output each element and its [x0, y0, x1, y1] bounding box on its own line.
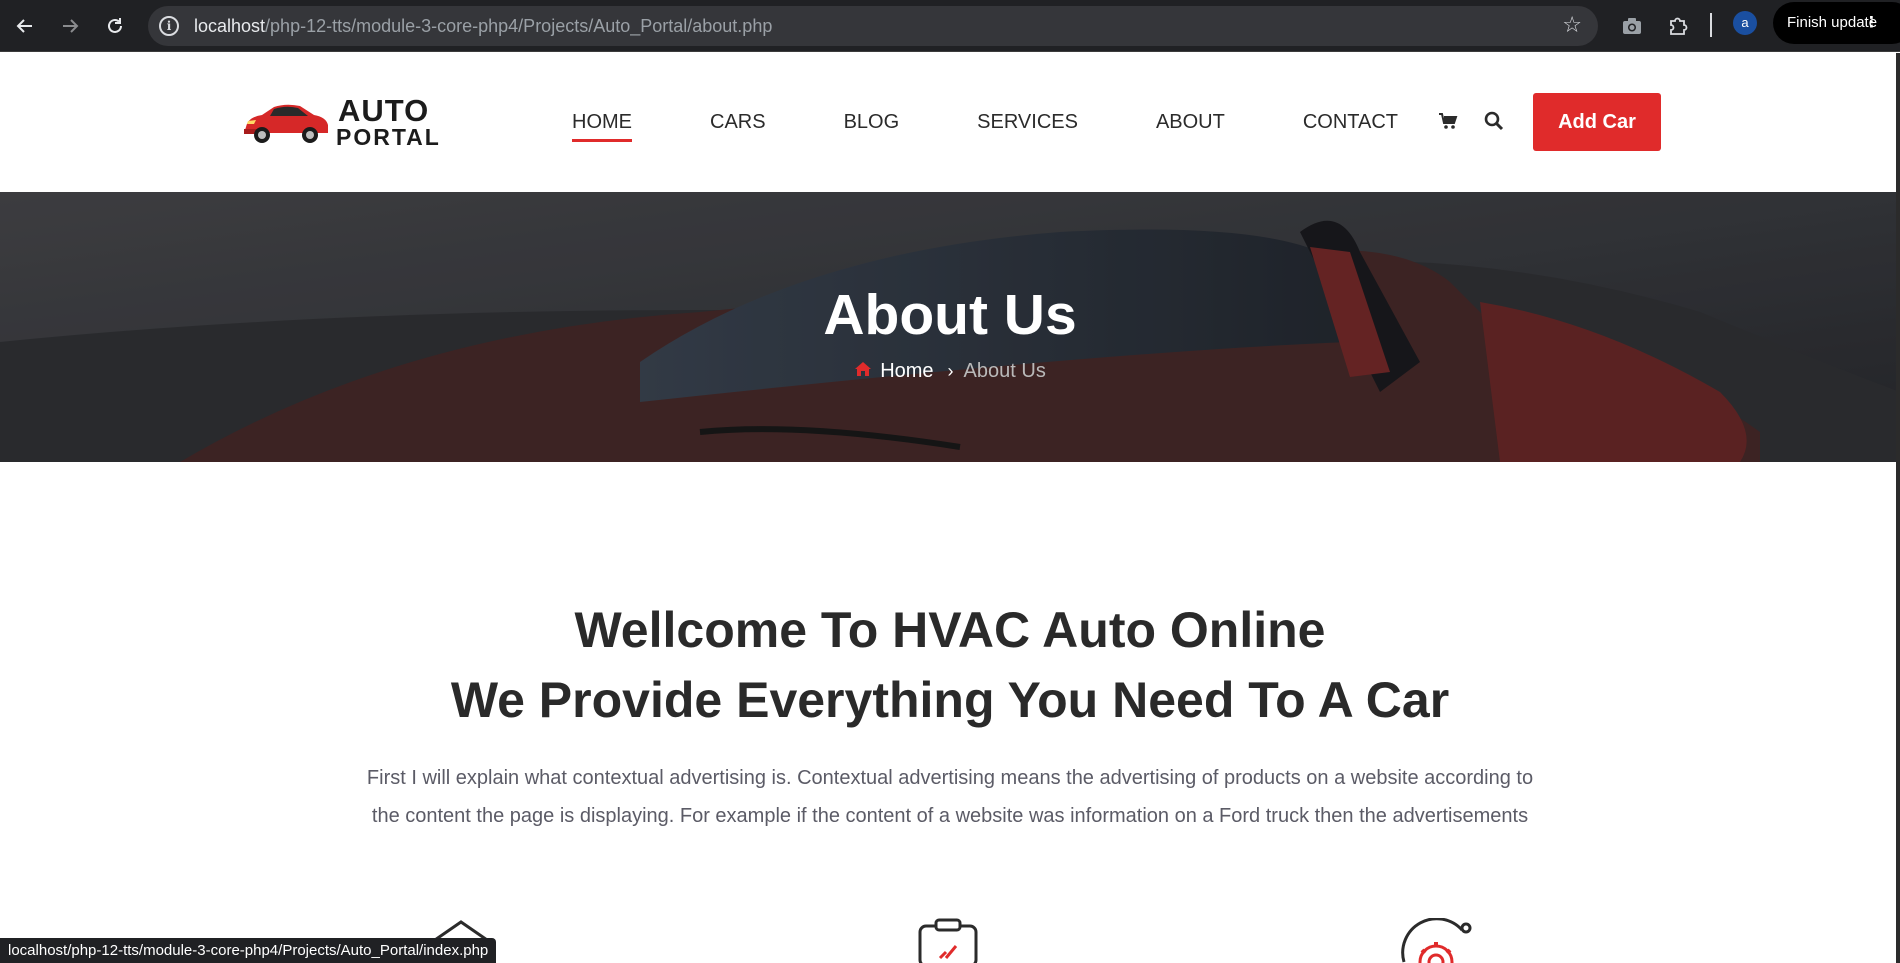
- home-icon[interactable]: [854, 360, 872, 383]
- browser-toolbar: i localhost/php-12-tts/module-3-core-php…: [0, 0, 1900, 52]
- breadcrumb-home-link[interactable]: Home: [880, 360, 933, 383]
- nav-item-about[interactable]: ABOUT: [1156, 111, 1225, 142]
- welcome-title-line-2: We Provide Everything You Need To A Car: [450, 672, 1450, 728]
- add-car-button[interactable]: Add Car: [1533, 93, 1661, 151]
- nav-item-services[interactable]: SERVICES: [977, 111, 1078, 142]
- main-nav: HOME CARS BLOG SERVICES ABOUT CONTACT: [572, 111, 1476, 142]
- search-icon[interactable]: [1484, 111, 1504, 136]
- site-info-icon[interactable]: i: [159, 16, 179, 36]
- car-logo-icon: [244, 104, 328, 143]
- extensions-icon[interactable]: [1662, 10, 1694, 42]
- site-header: AUTO PORTAL HOME CARS BLOG SERVICES ABOU…: [0, 53, 1900, 192]
- avatar[interactable]: a: [1733, 11, 1757, 35]
- more-menu-icon[interactable]: ⋮: [1864, 2, 1879, 44]
- cart-icon[interactable]: [1438, 112, 1458, 135]
- nav-item-home[interactable]: HOME: [572, 111, 632, 142]
- welcome-section: Wellcome To HVAC Auto Online We Provide …: [0, 595, 1900, 835]
- back-icon[interactable]: [10, 11, 40, 41]
- bookmark-star-icon[interactable]: ☆: [1562, 12, 1582, 38]
- chevron-right-icon: ›: [947, 361, 954, 381]
- page-banner: About Us Home › About Us: [0, 192, 1900, 462]
- nav-item-cars[interactable]: CARS: [710, 111, 766, 142]
- status-bar-url: localhost/php-12-tts/module-3-core-php4/…: [0, 938, 497, 963]
- finish-update-button[interactable]: Finish update ⋮: [1773, 2, 1900, 44]
- logo-line-2: PORTAL: [336, 124, 441, 150]
- forward-icon[interactable]: [55, 11, 85, 41]
- nav-item-contact[interactable]: CONTACT: [1303, 111, 1398, 142]
- gear-icon: [1398, 917, 1478, 963]
- breadcrumb: Home › About Us: [0, 360, 1900, 383]
- address-bar[interactable]: i localhost/php-12-tts/module-3-core-php…: [148, 6, 1598, 46]
- clipboard-check-icon: [916, 918, 980, 963]
- toolbar-divider: [1710, 13, 1712, 37]
- scrollbar[interactable]: [1896, 53, 1900, 963]
- welcome-paragraph-line-2: the content the page is displaying. For …: [371, 805, 1529, 827]
- reload-icon[interactable]: [100, 11, 130, 41]
- camera-icon[interactable]: [1616, 10, 1648, 42]
- breadcrumb-current: About Us: [963, 360, 1046, 382]
- welcome-paragraph-line-1: First I will explain what contextual adv…: [366, 767, 1534, 789]
- nav-item-blog[interactable]: BLOG: [844, 111, 900, 142]
- url-text[interactable]: localhost/php-12-tts/module-3-core-php4/…: [194, 16, 772, 37]
- site-logo[interactable]: AUTO PORTAL: [240, 93, 440, 155]
- welcome-title-line-1: Wellcome To HVAC Auto Online: [574, 602, 1326, 658]
- page-title: About Us: [823, 283, 1077, 347]
